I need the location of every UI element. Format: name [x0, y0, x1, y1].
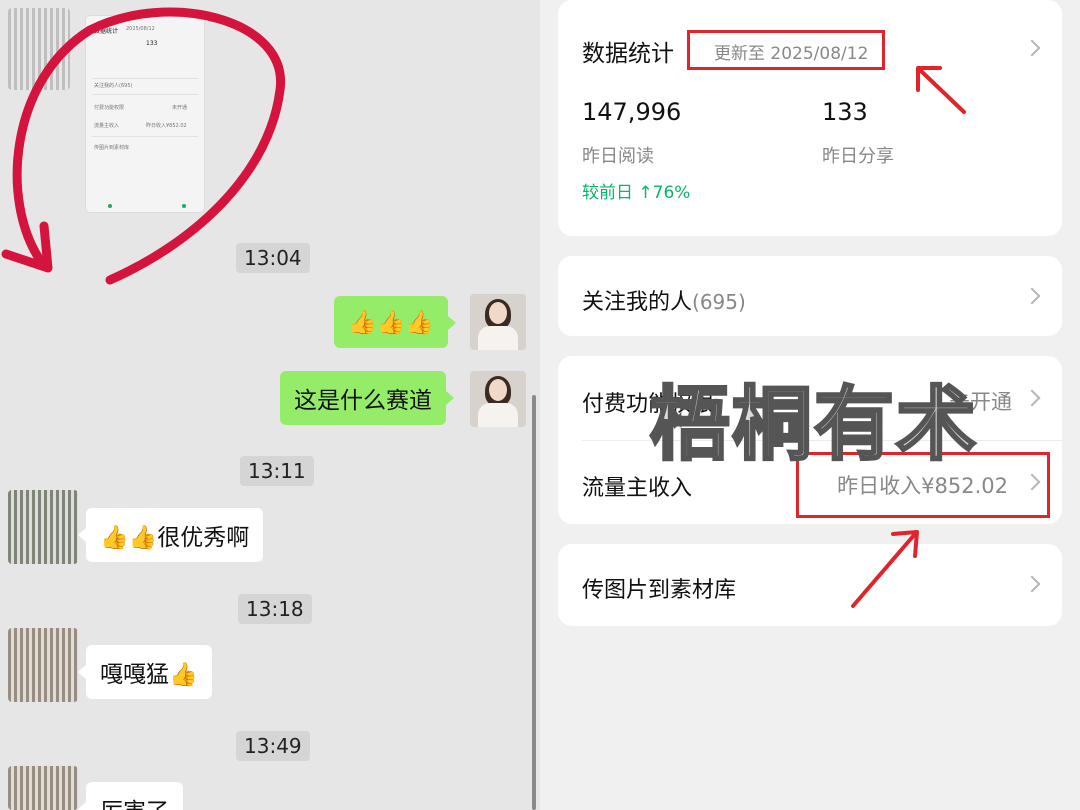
my-avatar[interactable] [470, 294, 526, 350]
reads-label: 昨日阅读 [582, 146, 654, 167]
upload-label: 传图片到素材库 [582, 578, 737, 603]
other-message-bubble[interactable]: 👍👍很优秀啊 [77, 508, 264, 562]
contact-avatar[interactable] [8, 766, 78, 810]
timestamp: 13:49 [236, 731, 310, 761]
red-arrow-annotation [916, 66, 966, 114]
red-arrow-annotation [851, 530, 919, 608]
chat-scrollbar[interactable] [532, 395, 536, 810]
followers-label: 关注我的人 [582, 290, 693, 315]
contact-avatar[interactable] [8, 490, 78, 564]
timestamp: 13:11 [240, 456, 314, 486]
reads-value: 147,996 [582, 98, 682, 126]
shares-label: 昨日分享 [822, 146, 894, 167]
followers-count: (695) [692, 290, 746, 314]
my-avatar[interactable] [470, 371, 526, 427]
followers-row: 关注我的人(695) [582, 284, 746, 316]
chevron-right-icon [1023, 575, 1041, 593]
red-highlight-box [687, 30, 885, 70]
contact-avatar[interactable] [8, 628, 78, 702]
watermark-text: 梧桐有术 [649, 377, 978, 473]
my-message-bubble[interactable]: 这是什么赛道 [280, 371, 454, 425]
chevron-right-icon [1023, 39, 1041, 57]
chevron-right-icon [1023, 287, 1041, 305]
other-message-bubble[interactable]: 厉害了 [78, 782, 183, 810]
shares-value: 133 [822, 98, 868, 126]
data-stats-card[interactable]: 数据统计 更新至 2025/08/12 147,996 昨日阅读 较前日 ↑76… [558, 0, 1062, 236]
upload-card[interactable]: 传图片到素材库 [558, 544, 1062, 626]
timestamp: 13:04 [236, 243, 310, 273]
followers-card[interactable]: 关注我的人(695) [558, 256, 1062, 336]
chat-panel: 数据统计 2025/08/12 133 关注我的人(695) 付费功能权限 未开… [0, 0, 540, 810]
my-message-bubble[interactable]: 👍👍👍 [334, 296, 456, 348]
chevron-right-icon [1023, 389, 1041, 407]
stats-title: 数据统计 [582, 41, 674, 67]
timestamp: 13:18 [238, 594, 312, 624]
other-message-bubble[interactable]: 嘎嘎猛👍 [78, 645, 212, 699]
reads-delta: 较前日 ↑76% [582, 183, 691, 203]
